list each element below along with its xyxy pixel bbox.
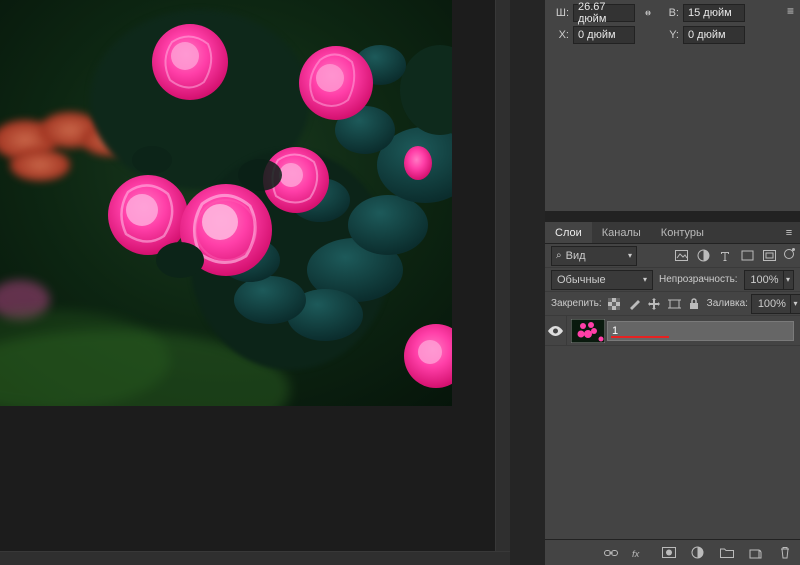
filter-type-icon[interactable] bbox=[718, 249, 732, 263]
lock-artboard-icon[interactable] bbox=[668, 297, 681, 310]
filter-kind-label: Вид bbox=[566, 250, 586, 262]
layer-filter-kind[interactable]: ⌕ Вид ▾ bbox=[551, 246, 637, 266]
x-label: X: bbox=[551, 29, 569, 41]
x-input[interactable]: 0 дюйм bbox=[573, 26, 635, 44]
blend-mode-select[interactable]: Обычные ▾ bbox=[551, 270, 653, 290]
horizontal-scrollbar[interactable] bbox=[0, 551, 510, 565]
vertical-scrollbar[interactable] bbox=[495, 0, 510, 551]
filter-toggle-icon[interactable] bbox=[784, 249, 794, 259]
link-layers-icon[interactable] bbox=[603, 545, 618, 560]
chevron-down-icon: ▾ bbox=[628, 251, 632, 260]
document-image[interactable] bbox=[0, 0, 452, 406]
panel-menu-icon[interactable]: ≡ bbox=[787, 4, 794, 18]
opacity-input[interactable]: 100% bbox=[744, 270, 784, 290]
layer-fx-icon[interactable]: fx bbox=[632, 545, 647, 560]
layer-mask-icon[interactable] bbox=[661, 545, 676, 560]
fill-input[interactable]: 100% bbox=[751, 294, 791, 314]
panel-tabs: Слои Каналы Контуры ≡ bbox=[545, 222, 800, 244]
blend-mode-value: Обычные bbox=[557, 274, 606, 286]
panel-menu-icon[interactable]: ≡ bbox=[778, 222, 800, 243]
tab-layers[interactable]: Слои bbox=[545, 222, 592, 243]
tab-channels[interactable]: Каналы bbox=[592, 222, 651, 243]
y-label: Y: bbox=[661, 29, 679, 41]
svg-text:fx: fx bbox=[632, 548, 640, 558]
blend-opacity-row: Обычные ▾ Непрозрачность: 100% ▾ bbox=[545, 268, 800, 292]
canvas-viewport[interactable] bbox=[0, 0, 510, 551]
new-layer-icon[interactable] bbox=[748, 545, 763, 560]
panel-dock-gap bbox=[510, 0, 545, 565]
delete-layer-icon[interactable] bbox=[777, 545, 792, 560]
filter-shape-icon[interactable] bbox=[740, 249, 754, 263]
canvas-area bbox=[0, 0, 510, 565]
layer-filter-row: ⌕ Вид ▾ bbox=[545, 244, 800, 268]
width-input[interactable]: 26.67 дюйм bbox=[573, 4, 635, 22]
fill-label: Заливка: bbox=[707, 298, 748, 309]
search-icon: ⌕ bbox=[556, 250, 562, 261]
filter-adjust-icon[interactable] bbox=[696, 249, 710, 263]
opacity-chevron-icon[interactable]: ▾ bbox=[784, 270, 794, 290]
lock-icons bbox=[608, 297, 701, 310]
height-label: В: bbox=[661, 7, 679, 19]
lock-position-icon[interactable] bbox=[648, 297, 661, 310]
tab-paths[interactable]: Контуры bbox=[651, 222, 714, 243]
y-input[interactable]: 0 дюйм bbox=[683, 26, 745, 44]
lock-all-icon[interactable] bbox=[688, 297, 701, 310]
lock-label: Закрепить: bbox=[551, 298, 602, 309]
lock-pixels-icon[interactable] bbox=[628, 297, 641, 310]
filter-icons bbox=[674, 249, 794, 263]
lock-transparency-icon[interactable] bbox=[608, 297, 621, 310]
right-panels: Ш: 26.67 дюйм В: 15 дюйм X: 0 дюйм Y: 0 … bbox=[545, 0, 800, 565]
group-layer-icon[interactable] bbox=[719, 545, 734, 560]
link-dimensions-icon[interactable] bbox=[639, 4, 657, 22]
chevron-down-icon: ▾ bbox=[643, 275, 647, 284]
layer-name-edit[interactable] bbox=[607, 321, 794, 341]
height-input[interactable]: 15 дюйм bbox=[683, 4, 745, 22]
adjustment-layer-icon[interactable] bbox=[690, 545, 705, 560]
layers-bottom-bar: fx bbox=[545, 539, 800, 565]
layer-list bbox=[545, 316, 800, 539]
properties-panel: Ш: 26.67 дюйм В: 15 дюйм X: 0 дюйм Y: 0 … bbox=[545, 0, 800, 212]
width-label: Ш: bbox=[551, 7, 569, 19]
layer-name-input[interactable] bbox=[612, 325, 789, 337]
layer-row[interactable] bbox=[545, 316, 800, 346]
filter-pixel-icon[interactable] bbox=[674, 249, 688, 263]
fill-chevron-icon[interactable]: ▾ bbox=[791, 294, 800, 314]
layers-panel: Слои Каналы Контуры ≡ ⌕ Вид ▾ Обычные bbox=[545, 222, 800, 565]
filter-smart-icon[interactable] bbox=[762, 249, 776, 263]
opacity-label: Непрозрачность: bbox=[659, 274, 738, 285]
panel-gap bbox=[545, 212, 800, 222]
lock-fill-row: Закрепить: Заливка: 100% ▾ bbox=[545, 292, 800, 316]
layer-thumbnail[interactable] bbox=[571, 319, 605, 343]
layer-visibility-icon[interactable] bbox=[545, 316, 567, 345]
rename-underline bbox=[611, 336, 669, 338]
